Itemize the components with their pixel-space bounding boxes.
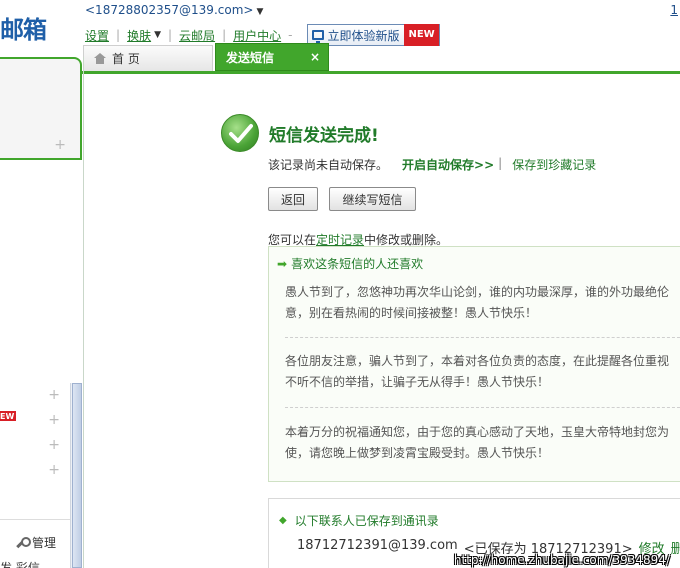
enable-autosave-link[interactable]: 开启自动保存>>: [402, 156, 494, 173]
tab-underline: [0, 71, 680, 74]
save-to-collection-link[interactable]: 保存到珍藏记录: [512, 156, 596, 173]
manage-button[interactable]: 管理: [15, 534, 56, 551]
sms-text-line: 愚人节到了，忽悠神功再次华山论剑，谁的内功最深厚，谁的外功最绝伦: [285, 285, 670, 299]
recommendation-title: ➡ 喜欢这条短信的人还喜欢: [277, 255, 423, 272]
close-icon[interactable]: ×: [310, 50, 320, 64]
list-item[interactable]: +: [0, 383, 70, 408]
recommendation-title-label: 喜欢这条短信的人还喜欢: [291, 257, 424, 271]
sms-text-line: 各位朋友注意，骗人节到了，本着对各位负责的态度，在此提醒各位重视: [285, 354, 670, 368]
account-email: <18728802357@139.com>: [85, 3, 254, 17]
chevron-down-icon: ▼: [256, 7, 264, 17]
nav-separator: -: [288, 28, 293, 42]
new-badge: EW: [0, 411, 17, 421]
chevron-down-icon[interactable]: ▼: [154, 30, 161, 40]
separator: |: [498, 156, 503, 170]
saved-contacts-label: 以下联系人已保存到通讯录: [294, 514, 439, 528]
left-sidebar: + + + + + EW 管理 发 彩信: [0, 57, 84, 568]
plus-icon[interactable]: +: [54, 137, 66, 153]
left-top-panel: +: [0, 57, 82, 160]
sms-text-line: 使，请您晚上做梦到凌霄宝殿受封。愚人节快乐！: [285, 446, 550, 460]
plus-icon[interactable]: +: [48, 437, 60, 453]
divider: [285, 407, 680, 408]
divider: [0, 519, 70, 520]
delete-contact-link[interactable]: 删除: [671, 538, 680, 557]
tab-bar: 首 页 发送短信 ×: [83, 43, 329, 71]
watermark: http://home.zhubajie.com/3934894/: [453, 553, 670, 567]
user-center-link[interactable]: 用户中心: [233, 27, 281, 44]
top-right-link[interactable]: 1: [670, 3, 678, 17]
plus-icon[interactable]: +: [48, 462, 60, 478]
page-title: 短信发送完成!: [269, 126, 379, 146]
contact-address: 18712712391@139.com: [297, 538, 458, 553]
divider: [285, 337, 680, 338]
sms-text-line: 不听不信的举措，让骗子无从得手！愚人节快乐！: [285, 375, 550, 389]
logo: 邮箱: [0, 16, 47, 44]
scrollbar-thumb[interactable]: [72, 383, 82, 568]
cloud-post-link[interactable]: 云邮局: [179, 27, 215, 44]
arrow-right-icon: ➡: [277, 256, 288, 271]
left-folder-list: + + + + EW: [0, 383, 70, 483]
try-new-version-label: 立即体验新版: [327, 28, 400, 43]
not-saved-text: 该记录尚未自动保存。: [268, 158, 389, 172]
left-bottom-item[interactable]: 发 彩信: [0, 559, 40, 568]
home-icon: [94, 53, 106, 64]
skin-link[interactable]: 换肤: [127, 27, 151, 44]
saved-contacts-title: ◆ 以下联系人已保存到通讯录: [279, 512, 439, 529]
back-button[interactable]: 返回: [268, 187, 318, 211]
monitor-icon: [312, 30, 325, 43]
tab-send-sms-label: 发送短信: [226, 50, 275, 65]
list-item[interactable]: 本着万分的祝福通知您，由于您的真心感动了天地，玉皇大帝特地封您为 使，请您晚上做…: [285, 422, 680, 464]
save-status-line: 该记录尚未自动保存。 开启自动保存>> | 保存到珍藏记录: [268, 156, 596, 173]
sms-text-line: 意，别在看热闹的时候间接被整！愚人节快乐！: [285, 306, 538, 320]
recommendation-box: ➡ 喜欢这条短信的人还喜欢 愚人节到了，忽悠神功再次华山论剑，谁的内功最深厚，谁…: [268, 246, 680, 482]
bullet-icon: ◆: [279, 515, 287, 526]
list-item[interactable]: +: [0, 433, 70, 458]
list-item[interactable]: 愚人节到了，忽悠神功再次华山论剑，谁的内功最深厚，谁的外功最绝伦 意，别在看热闹…: [285, 282, 680, 324]
tab-home[interactable]: 首 页: [83, 45, 213, 71]
checkmark-icon: [221, 114, 259, 152]
new-badge: NEW: [404, 24, 439, 46]
settings-link[interactable]: 设置: [85, 27, 109, 44]
account-selector[interactable]: <18728802357@139.com> ▼: [85, 3, 263, 17]
tab-home-label: 首 页: [112, 52, 140, 66]
nav-separator: |: [168, 28, 173, 42]
plus-icon[interactable]: +: [48, 412, 60, 428]
manage-label: 管理: [32, 536, 57, 550]
tab-send-sms[interactable]: 发送短信 ×: [215, 43, 329, 71]
continue-writing-button[interactable]: 继续写短信: [329, 187, 416, 211]
list-item[interactable]: +: [0, 458, 70, 483]
sms-text-line: 本着万分的祝福通知您，由于您的真心感动了天地，玉皇大帝特地封您为: [285, 425, 670, 439]
nav-separator: |: [222, 28, 227, 42]
list-item[interactable]: 各位朋友注意，骗人节到了，本着对各位负责的态度，在此提醒各位重视 不听不信的举措…: [285, 351, 680, 393]
wrench-icon: [15, 536, 31, 549]
left-scrollbar[interactable]: [70, 383, 82, 568]
plus-icon[interactable]: +: [48, 387, 60, 403]
nav-separator: |: [116, 28, 121, 42]
